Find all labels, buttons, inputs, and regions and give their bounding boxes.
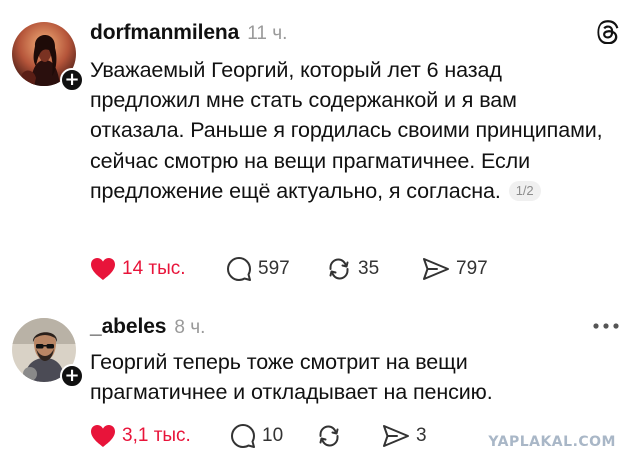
post-actions: 3,1 тыс. 10 3 [90,423,442,449]
share-icon [423,258,449,280]
post-header: dorfmanmilena 11 ч. [90,22,287,45]
share-count: 797 [456,258,488,279]
comment-icon [227,257,251,281]
repost-button[interactable] [316,423,382,449]
like-count: 14 тыс. [122,258,186,279]
comment-count: 597 [258,258,290,279]
post-text: Георгий теперь тоже смотрит на вещи праг… [90,350,493,405]
like-button[interactable]: 14 тыс. [90,257,226,281]
post-header: _abeles 8 ч. [90,316,205,339]
post-dorfmanmilena: + dorfmanmilena 11 ч. Уважаемый Георгий,… [0,0,640,300]
repost-icon [319,425,339,447]
share-button[interactable]: 797 [422,257,522,281]
post-body: Уважаемый Георгий, который лет 6 назад п… [90,55,610,206]
comment-button[interactable]: 10 [230,423,316,449]
heart-icon [91,425,115,447]
repost-count: 35 [358,258,380,279]
watermark: YAPLAKAL.COM [488,434,616,450]
comment-button[interactable]: 597 [226,256,326,282]
threads-logo-icon[interactable] [596,20,620,44]
repost-icon [329,258,349,280]
share-icon [383,425,409,447]
heart-icon [91,258,115,280]
page-indicator: 1/2 [508,180,541,201]
share-count: 3 [416,425,427,446]
avatar-wrap: + [12,318,84,388]
follow-plus-icon[interactable]: + [60,364,84,388]
repost-button[interactable]: 35 [326,256,422,282]
more-icon[interactable] [592,322,620,330]
timestamp[interactable]: 8 ч. [174,317,205,339]
comment-count: 10 [262,425,284,446]
like-count: 3,1 тыс. [122,425,191,446]
timestamp[interactable]: 11 ч. [247,23,287,45]
like-button[interactable]: 3,1 тыс. [90,424,230,448]
share-button[interactable]: 3 [382,424,442,448]
username[interactable]: _abeles [90,316,166,337]
avatar-wrap: + [12,22,84,92]
username[interactable]: dorfmanmilena [90,22,239,43]
post-actions: 14 тыс. 597 35 797 [90,256,522,282]
follow-plus-icon[interactable]: + [60,68,84,92]
post-body: Георгий теперь тоже смотрит на вещи праг… [90,347,610,407]
comment-icon [231,424,255,448]
